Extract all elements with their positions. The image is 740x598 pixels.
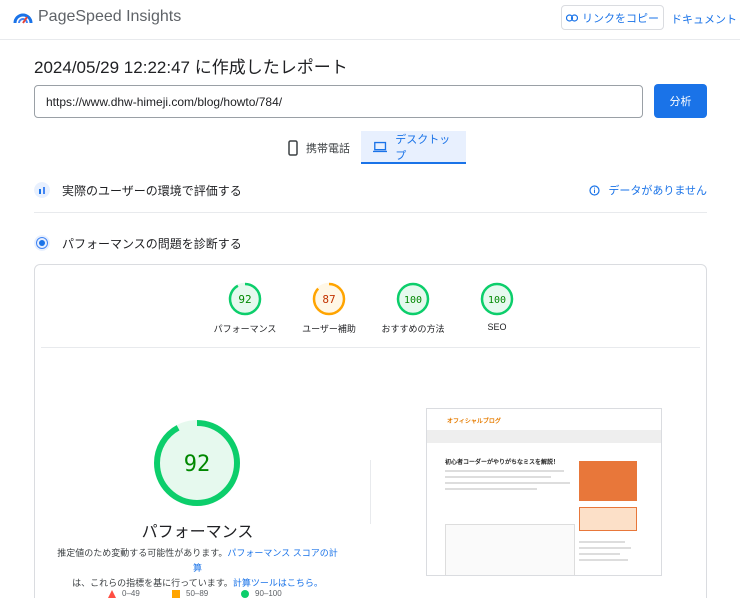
users-icon (34, 182, 50, 198)
thumb-sidebar (579, 537, 637, 575)
tab-mobile-label: 携帯電話 (306, 142, 350, 155)
score-value: 92 (238, 293, 251, 306)
no-data-label: データがありません (608, 185, 707, 197)
score-label: ユーザー補助 (302, 324, 356, 334)
score-gauge-seo[interactable]: 100 SEO (457, 282, 537, 332)
thumb-banner (579, 461, 637, 501)
page-screenshot[interactable]: オフィシャルブログ 初心者コーダーがやりがちなミスを解説！ (426, 408, 662, 576)
score-value: 87 (322, 293, 335, 306)
performance-description: 推定値のため変動する可能性があります。パフォーマンス スコアの計算 は、これらの… (55, 546, 340, 591)
thumb-banner-2 (579, 507, 637, 531)
docs-link[interactable]: ドキュメント (671, 11, 737, 27)
no-data-notice[interactable]: データがありません (589, 182, 707, 198)
score-gauge-performance[interactable]: 92 パフォーマンス (205, 282, 285, 335)
performance-gauge: 92 (154, 420, 240, 506)
lab-data-section: パフォーマンスの問題を診断する (34, 231, 707, 255)
app-title[interactable]: PageSpeed Insights (38, 8, 181, 26)
square-icon (172, 589, 180, 598)
tab-desktop-label: デスクトップ (395, 133, 451, 162)
url-input[interactable] (34, 85, 643, 118)
gauge-ring-icon: 100 (396, 282, 430, 316)
gauge-ring-icon: 100 (480, 282, 514, 316)
tab-desktop[interactable]: デスクトップ (361, 131, 466, 164)
info-icon (589, 184, 600, 196)
copy-link-button[interactable]: リンクをコピー (561, 5, 664, 30)
report-title: 2024/05/29 12:22:47 に作成したレポート (34, 58, 348, 77)
diagnose-icon (34, 235, 50, 251)
score-label: SEO (487, 322, 507, 332)
copy-link-label: リンクをコピー (582, 12, 659, 25)
thumb-article-title: 初心者コーダーがやりがちなミスを解説！ (445, 460, 560, 466)
thumb-site-logo: オフィシャルブログ (447, 419, 501, 425)
pagespeed-logo-icon[interactable] (12, 8, 34, 26)
desc-middle: は、これらの指標を基に行っています。 (72, 578, 233, 588)
score-label: パフォーマンス (213, 324, 277, 334)
legend-average: 50–89 (172, 589, 208, 598)
score-gauge-accessibility[interactable]: 87 ユーザー補助 (289, 282, 369, 335)
legend-label: 90–100 (255, 589, 282, 598)
score-value: 100 (488, 295, 506, 306)
section-divider (34, 212, 707, 213)
thumb-toc (445, 524, 575, 575)
analyze-button[interactable]: 分析 (654, 84, 707, 118)
legend-fail: 0–49 (108, 589, 140, 598)
score-gauge-best-practices[interactable]: 100 おすすめの方法 (373, 282, 453, 335)
legend-label: 0–49 (122, 589, 140, 598)
thumb-nav (427, 431, 661, 443)
gauge-ring-icon: 92 (228, 282, 262, 316)
legend-pass: 90–100 (241, 589, 282, 598)
gauge-ring-icon: 87 (312, 282, 346, 316)
score-label: おすすめの方法 (381, 324, 445, 334)
triangle-icon (108, 589, 116, 598)
lab-data-title: パフォーマンスの問題を診断する (62, 236, 242, 251)
field-data-section: 実際のユーザーの環境で評価する データがありません (34, 178, 707, 202)
tab-mobile[interactable]: 携帯電話 (276, 131, 362, 164)
top-bar: PageSpeed Insights リンクをコピー ドキュメント (0, 0, 740, 40)
performance-title: パフォーマンス (141, 524, 254, 541)
score-value: 100 (404, 295, 422, 306)
laptop-icon (373, 141, 388, 152)
vertical-divider (370, 460, 371, 524)
legend-label: 50–89 (186, 589, 209, 598)
thumb-header: オフィシャルブログ (427, 409, 661, 431)
card-divider (41, 347, 700, 348)
phone-icon (288, 139, 298, 156)
circle-icon (241, 589, 249, 598)
calculator-link[interactable]: 計算ツールはこちら。 (233, 578, 323, 588)
desc-prefix: 推定値のため変動する可能性があります。 (57, 548, 228, 558)
link-icon (566, 13, 578, 22)
field-data-title: 実際のユーザーの環境で評価する (62, 183, 242, 198)
performance-score: 92 (184, 452, 211, 477)
